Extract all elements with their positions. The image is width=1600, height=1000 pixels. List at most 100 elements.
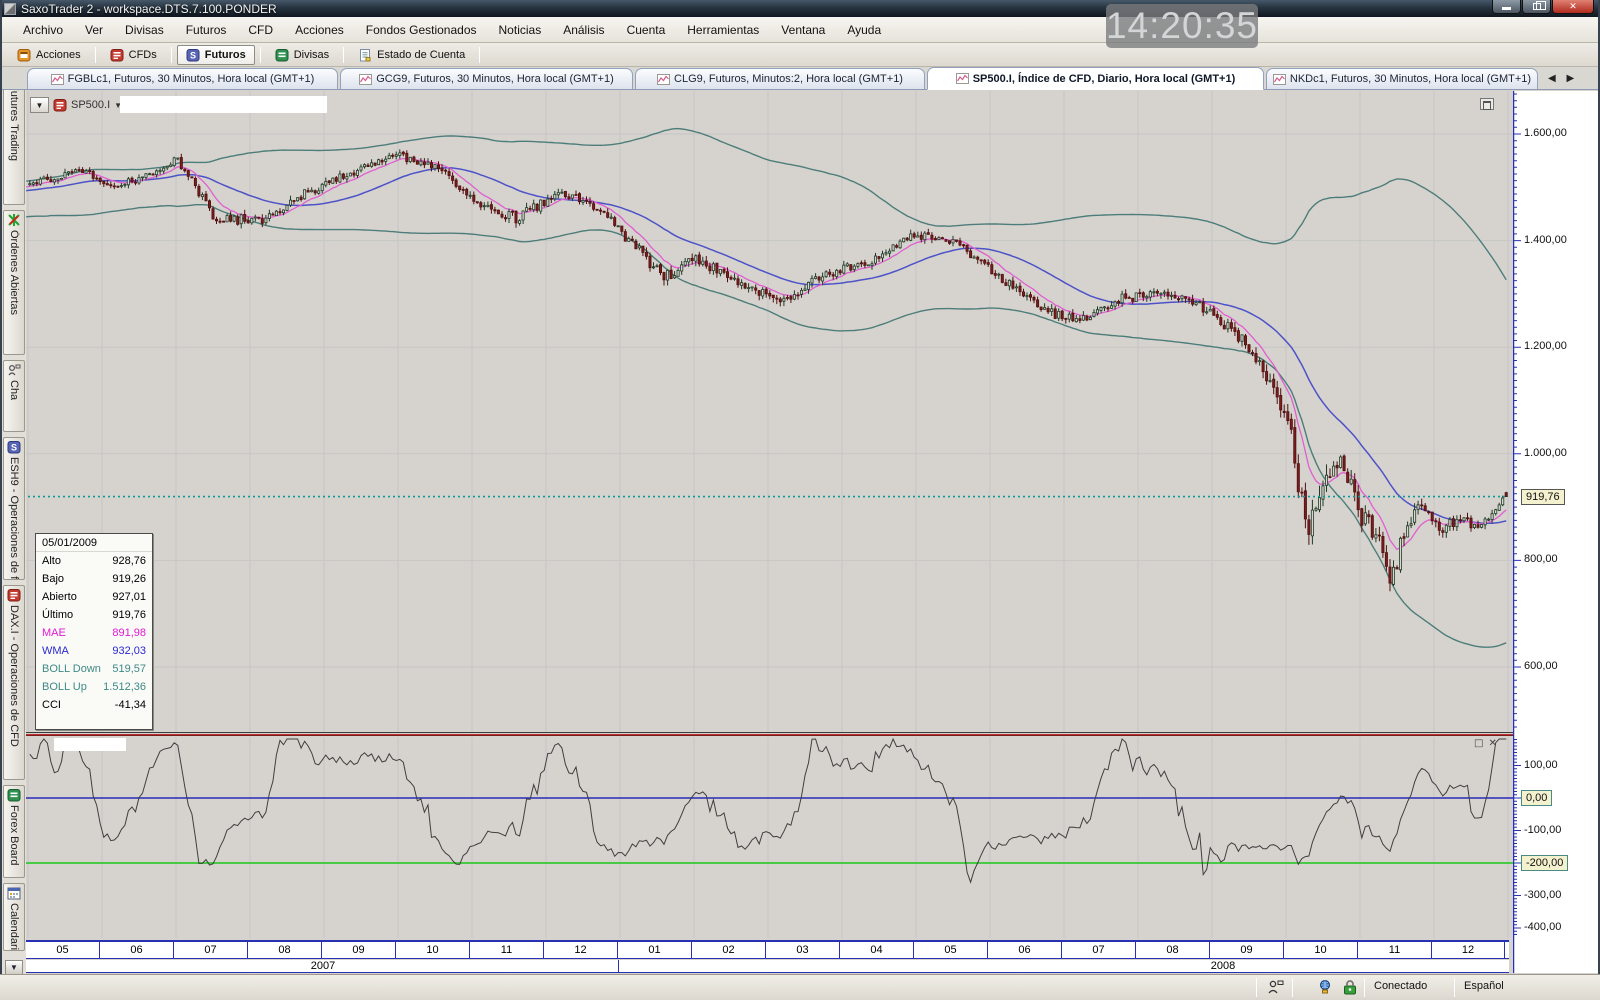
cci-level-badge: -200,00 xyxy=(1521,855,1568,871)
menu-item-cfd[interactable]: CFD xyxy=(237,20,284,40)
svg-text:S: S xyxy=(190,50,196,60)
menu-item-divisas[interactable]: Divisas xyxy=(114,20,175,40)
tooltip-row-abierto: Abierto927,01 xyxy=(36,588,152,606)
lock-icon xyxy=(1342,979,1358,996)
year-label: 2007 xyxy=(283,960,363,972)
month-cell: 11 xyxy=(469,942,543,958)
estado-icon xyxy=(358,48,372,62)
month-cell: 08 xyxy=(1135,942,1209,958)
month-axis[interactable]: 0506070809101112010203040506070809101112 xyxy=(25,940,1509,959)
month-cell: 09 xyxy=(321,942,395,958)
sidebar-item-dax-i-operaciones-de-cfd[interactable]: DAX.I - Operaciones de CFD xyxy=(3,585,25,780)
tooltip-row-último: Último919,76 xyxy=(36,606,152,624)
month-cell: 08 xyxy=(247,942,321,958)
year-axis: 2007 2008 xyxy=(25,960,1509,973)
cci-tick-label: 100,00 xyxy=(1524,759,1558,771)
month-cell: 11 xyxy=(1357,942,1431,958)
restore-button[interactable] xyxy=(1522,0,1551,14)
year-label: 2008 xyxy=(1183,960,1263,972)
menu-bar: ArchivoVerDivisasFuturosCFDAccionesFondo… xyxy=(2,17,1598,43)
tab-scroll-arrows[interactable]: ◀ ▶ xyxy=(1548,73,1578,84)
month-cell: 12 xyxy=(1431,942,1505,958)
menu-item-acciones[interactable]: Acciones xyxy=(284,20,355,40)
chart-tab-fgblc1[interactable]: FGBLc1, Futuros, 30 Minutos, Hora local … xyxy=(27,68,338,89)
chart-tab-clg9[interactable]: CLG9, Futuros, Minutos:2, Hora local (GM… xyxy=(635,68,925,89)
price-tick-label: 1.600,00 xyxy=(1524,127,1567,139)
sidebar-scroll-down-button[interactable]: ▼ xyxy=(5,960,23,975)
language-indicator[interactable]: Español xyxy=(1464,980,1504,992)
tooltip-row-alto: Alto928,76 xyxy=(36,552,152,570)
sidebar-item-cha[interactable]: Cha xyxy=(3,360,25,432)
acciones-icon xyxy=(17,48,31,62)
toolbar-separator xyxy=(260,47,261,63)
panel-separator xyxy=(25,732,1513,733)
toolbar-cfds[interactable]: CFDs xyxy=(101,45,166,65)
menu-item-cuenta[interactable]: Cuenta xyxy=(616,20,677,40)
close-button[interactable]: ✕ xyxy=(1552,0,1594,14)
symbol-label[interactable]: SP500.I ▼ xyxy=(53,98,122,112)
chat-icon xyxy=(7,363,21,377)
chart-dropdown-button[interactable]: ▼ xyxy=(30,97,49,113)
toolbar-estado-de-cuenta[interactable]: Estado de Cuenta xyxy=(349,45,474,65)
month-cell: 12 xyxy=(543,942,617,958)
chart-tab-nkdc1[interactable]: NKDc1, Futuros, 30 Minutos, Hora local (… xyxy=(1266,68,1538,89)
chart-edit-box[interactable] xyxy=(120,96,327,113)
menu-item-herramientas[interactable]: Herramientas xyxy=(676,20,770,40)
user-icon[interactable] xyxy=(1266,979,1284,995)
toolbar-futuros[interactable]: SFuturos xyxy=(177,45,255,65)
toolbar-separator xyxy=(343,47,344,63)
month-cell: 05 xyxy=(913,942,987,958)
left-sidebar: Futures TradingÓrdenes AbiertasChaSESH9 … xyxy=(2,64,26,975)
price-axis[interactable]: 1.600,001.400,001.200,001.000,00800,0060… xyxy=(1513,91,1599,973)
month-cell: 10 xyxy=(1283,942,1357,958)
svg-text:S: S xyxy=(11,443,17,453)
burst-icon xyxy=(7,213,21,227)
quote-tooltip: 05/01/2009 Alto928,76Bajo919,26Abierto92… xyxy=(35,533,153,730)
tooltip-date: 05/01/2009 xyxy=(36,534,152,552)
cfd-icon xyxy=(53,98,67,112)
cci-restore-icon[interactable]: □ xyxy=(1474,738,1483,749)
month-cell: 02 xyxy=(691,942,765,958)
menu-item-análisis[interactable]: Análisis xyxy=(552,20,615,40)
price-chart[interactable] xyxy=(25,91,1513,732)
cfds-icon xyxy=(110,48,124,62)
chart-tab-sp500-i[interactable]: SP500.I, Índice de CFD, Diario, Hora loc… xyxy=(927,67,1264,90)
cci-tick-label: -300,00 xyxy=(1524,889,1561,901)
sidebar-item--rdenes-abiertas[interactable]: Órdenes Abiertas xyxy=(3,210,25,355)
chart-tab-row: FGBLc1, Futuros, 30 Minutos, Hora local … xyxy=(2,67,1598,90)
cfd-red-icon xyxy=(7,588,21,602)
menu-item-ver[interactable]: Ver xyxy=(74,20,114,40)
menu-item-fondos-gestionados[interactable]: Fondos Gestionados xyxy=(355,20,488,40)
chart-icon xyxy=(1273,74,1286,85)
cci-tick-label: -100,00 xyxy=(1524,824,1561,836)
year-divider xyxy=(618,960,619,973)
toolbar-acciones[interactable]: Acciones xyxy=(8,45,90,65)
chart-restore-icon[interactable] xyxy=(1480,98,1494,110)
cci-indicator-panel[interactable] xyxy=(25,737,1513,938)
menu-item-archivo[interactable]: Archivo xyxy=(12,20,74,40)
tooltip-row-bajo: Bajo919,26 xyxy=(36,570,152,588)
sidebar-item-forex-board[interactable]: Forex Board xyxy=(3,785,25,878)
futuros-icon: S xyxy=(186,48,200,62)
month-cell: 06 xyxy=(99,942,173,958)
month-cell: 07 xyxy=(1061,942,1135,958)
chart-tab-gcg9[interactable]: GCG9, Futuros, 30 Minutos, Hora local (G… xyxy=(340,68,633,89)
minimize-button[interactable] xyxy=(1492,0,1521,14)
menu-item-noticias[interactable]: Noticias xyxy=(488,20,553,40)
menu-item-ventana[interactable]: Ventana xyxy=(770,20,836,40)
cci-edit-box[interactable] xyxy=(54,738,126,751)
panel-separator-red[interactable] xyxy=(25,734,1513,736)
s-blue-icon: S xyxy=(7,440,21,454)
sidebar-item-esh9-operaciones-de-futuros[interactable]: SESH9 - Operaciones de futuros xyxy=(3,437,25,580)
month-cell: 04 xyxy=(839,942,913,958)
month-cell: 09 xyxy=(1209,942,1283,958)
cci-close-icon[interactable]: ✕ xyxy=(1488,738,1496,749)
toolbar-divisas[interactable]: Divisas xyxy=(266,45,338,65)
toolbar-separator xyxy=(479,47,480,63)
symbol-text: SP500.I xyxy=(71,99,110,111)
sidebar-item-calendario-ecc[interactable]: Calendario ecc xyxy=(3,883,25,951)
tooltip-row-boll-down: BOLL Down519,57 xyxy=(36,660,152,678)
menu-item-futuros[interactable]: Futuros xyxy=(175,20,238,40)
menu-item-ayuda[interactable]: Ayuda xyxy=(836,20,892,40)
toolbar-separator xyxy=(95,47,96,63)
